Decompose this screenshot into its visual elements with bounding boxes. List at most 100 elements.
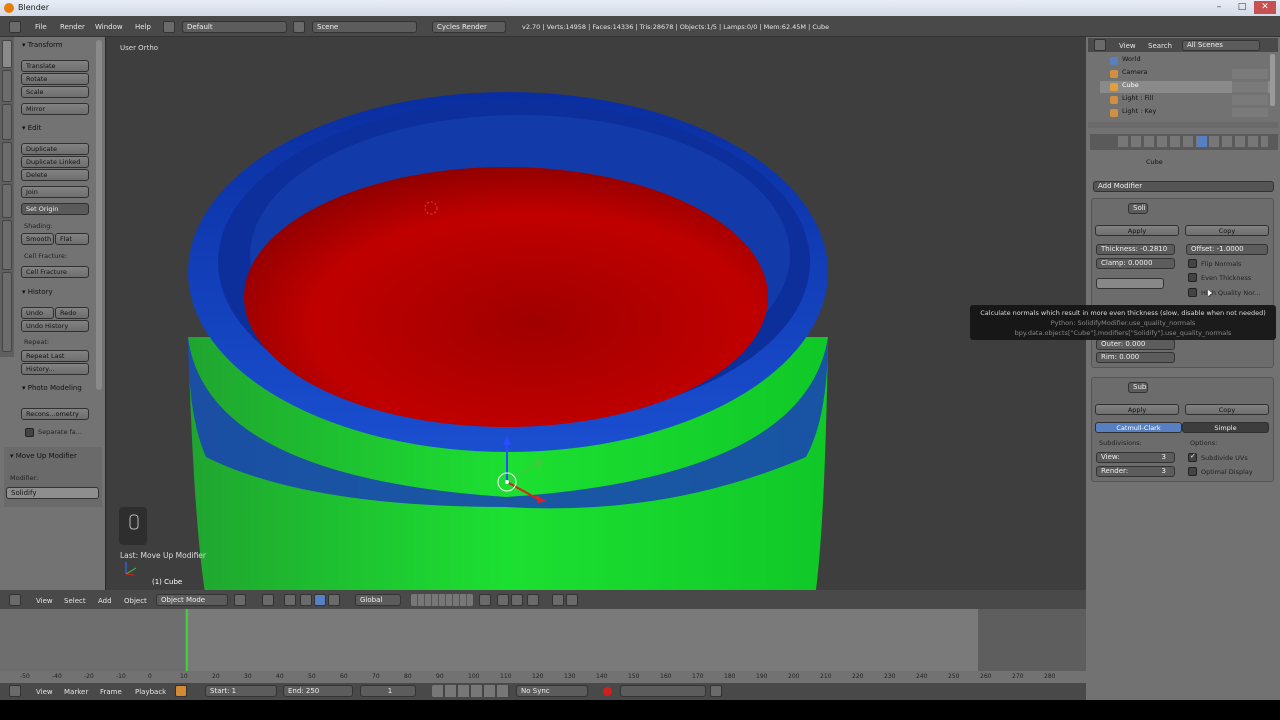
end-frame-field[interactable]: End: 250	[283, 685, 353, 697]
layer-buttons[interactable]	[411, 594, 473, 606]
menu-window[interactable]: Window	[95, 23, 123, 31]
insert-keyframe-icon[interactable]	[710, 685, 722, 697]
close-icon[interactable]: ✕	[1254, 1, 1276, 14]
tab-physics[interactable]	[2, 184, 12, 218]
minimize-icon[interactable]: –	[1208, 1, 1230, 14]
thickness-field[interactable]: Thickness: -0.2810	[1096, 244, 1175, 255]
menu-add[interactable]: Add	[98, 597, 112, 605]
delete-button[interactable]: Delete	[21, 169, 89, 181]
menu-select[interactable]: Select	[64, 597, 86, 605]
flat-button[interactable]: Flat	[55, 233, 89, 245]
render-levels-field[interactable]: Render: 3	[1096, 466, 1175, 477]
edit-header[interactable]: ▾ Edit	[22, 124, 41, 132]
solidify-apply-button[interactable]: Apply	[1095, 225, 1179, 236]
solidify-copy-button[interactable]: Copy	[1185, 225, 1269, 236]
modifier-tab-icon[interactable]	[1197, 136, 1207, 147]
menu-view[interactable]: View	[36, 597, 53, 605]
mode-select[interactable]: Object Mode	[156, 594, 228, 606]
photomodeling-header[interactable]: ▾ Photo Modeling	[22, 384, 82, 392]
render-animation-icon[interactable]	[566, 594, 578, 606]
vertex-group-field[interactable]	[1096, 278, 1164, 289]
duplicate-button[interactable]: Duplicate	[21, 143, 89, 155]
rotate-button[interactable]: Rotate	[21, 73, 89, 85]
lock-layers-icon[interactable]	[479, 594, 491, 606]
subsurf-apply-button[interactable]: Apply	[1095, 404, 1179, 415]
subsurf-name-field[interactable]: Subs	[1128, 382, 1148, 393]
translate-manipulator-icon[interactable]	[300, 594, 312, 606]
outliner-row-world[interactable]: World	[1100, 55, 1270, 67]
tab-tools[interactable]	[2, 40, 12, 68]
current-frame-line[interactable]	[186, 609, 188, 671]
modifier-name-field[interactable]: Solidify	[6, 487, 99, 499]
view-levels-field[interactable]: View: 3	[1096, 452, 1175, 463]
rim-crease-field[interactable]: Rim: 0.000	[1096, 352, 1175, 363]
menu-object[interactable]: Object	[124, 597, 147, 605]
screen-layout-icon[interactable]	[163, 21, 175, 33]
orientation-select[interactable]: Global	[355, 594, 401, 606]
repeat-last-button[interactable]: Repeat Last	[21, 350, 89, 362]
manipulator-toggle-icon[interactable]	[284, 594, 296, 606]
snap-icon[interactable]	[511, 594, 523, 606]
viewport-shading-icon[interactable]	[234, 594, 246, 606]
menu-help[interactable]: Help	[135, 23, 151, 31]
subsurf-copy-button[interactable]: Copy	[1185, 404, 1269, 415]
preview-range-icon[interactable]	[175, 685, 187, 697]
screen-layout-field[interactable]: Default	[182, 21, 287, 33]
tab-relations[interactable]	[2, 104, 12, 140]
catmull-clark-button[interactable]: Catmull-Clark	[1095, 422, 1182, 433]
start-frame-field[interactable]: Start: 1	[205, 685, 277, 697]
scene-icon[interactable]	[293, 21, 305, 33]
render-engine-select[interactable]: Cycles Render	[432, 21, 506, 33]
record-icon[interactable]	[603, 687, 612, 696]
history-header[interactable]: ▾ History	[22, 288, 53, 296]
simple-button[interactable]: Simple	[1182, 422, 1269, 433]
scene-field[interactable]: Scene	[312, 21, 417, 33]
undo-history-button[interactable]: Undo History	[21, 320, 89, 332]
properties-tab-icons[interactable]	[1118, 136, 1268, 147]
mirror-button[interactable]: Mirror	[21, 103, 89, 115]
render-icon[interactable]	[552, 594, 564, 606]
add-modifier-select[interactable]: Add Modifier	[1093, 181, 1274, 192]
smooth-button[interactable]: Smooth	[21, 233, 54, 245]
translate-button[interactable]: Translate	[21, 60, 89, 72]
scale-button[interactable]: Scale	[21, 86, 89, 98]
separate-faces-checkbox[interactable]	[25, 428, 34, 437]
editor-type-outliner-icon[interactable]	[1094, 39, 1106, 51]
outer-crease-field[interactable]: Outer: 0.000	[1096, 339, 1175, 350]
outliner-filter-select[interactable]: All Scenes	[1182, 40, 1260, 51]
menu-marker[interactable]: Marker	[64, 688, 88, 696]
menu-timeline-view[interactable]: View	[36, 688, 53, 696]
flip-normals-checkbox[interactable]	[1188, 259, 1197, 268]
rotate-manipulator-icon[interactable]	[314, 594, 326, 606]
redo-button[interactable]: Redo	[55, 307, 89, 319]
outliner-visibility-toggles[interactable]	[1232, 69, 1268, 117]
outliner-horizontal-scrollbar[interactable]	[1088, 122, 1278, 128]
current-frame-field[interactable]: 1	[360, 685, 416, 697]
playback-controls[interactable]	[432, 685, 510, 697]
tab-animation[interactable]	[2, 142, 12, 182]
pivot-point-icon[interactable]	[262, 594, 274, 606]
scale-manipulator-icon[interactable]	[328, 594, 340, 606]
tab-grease-pencil[interactable]	[2, 220, 12, 270]
outliner-scrollbar[interactable]	[1270, 54, 1275, 106]
reconstruct-geometry-button[interactable]: Recons...ometry	[21, 408, 89, 420]
solidify-name-field[interactable]: Soli	[1128, 203, 1148, 214]
menu-render[interactable]: Render	[60, 23, 85, 31]
keying-set-field[interactable]	[620, 685, 706, 697]
join-button[interactable]: Join	[21, 186, 89, 198]
history-button[interactable]: History...	[21, 363, 89, 375]
editor-type-icon[interactable]	[9, 21, 21, 33]
transform-header[interactable]: ▾ Transform	[22, 41, 63, 49]
menu-playback[interactable]: Playback	[135, 688, 166, 696]
operator-header[interactable]: ▾ Move Up Modifier	[10, 452, 77, 460]
outliner-menu-view[interactable]: View	[1119, 42, 1136, 50]
undo-button[interactable]: Undo	[21, 307, 54, 319]
3d-viewport[interactable]	[106, 37, 1086, 590]
snap-element-icon[interactable]	[527, 594, 539, 606]
tool-shelf-scrollbar[interactable]	[96, 40, 102, 390]
sync-mode-select[interactable]: No Sync	[516, 685, 588, 697]
tab-create[interactable]	[2, 70, 12, 102]
proportional-edit-icon[interactable]	[497, 594, 509, 606]
outliner-menu-search[interactable]: Search	[1148, 42, 1172, 50]
offset-field[interactable]: Offset: -1.0000	[1186, 244, 1268, 255]
